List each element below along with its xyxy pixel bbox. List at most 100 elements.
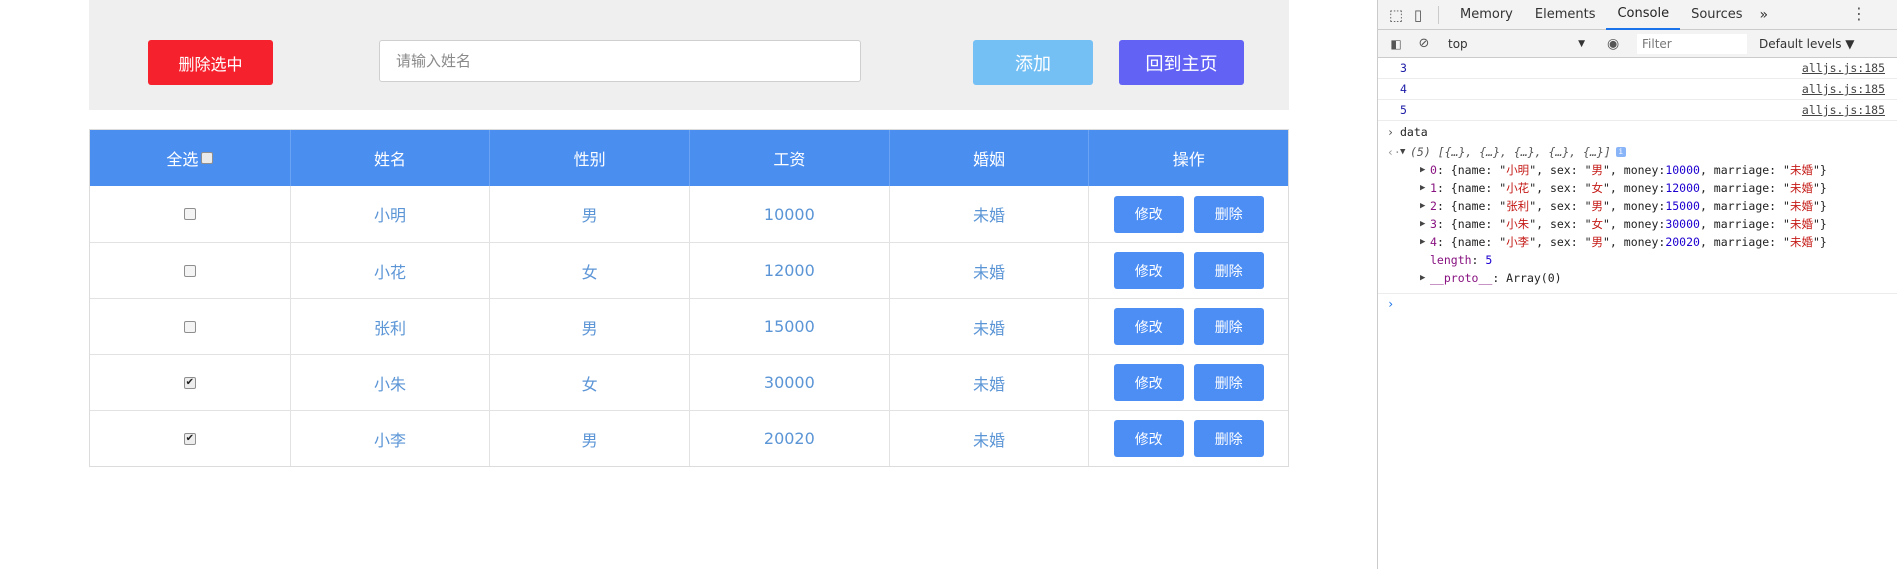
cell-marriage: 未婚 xyxy=(888,299,1089,354)
app-page: 删除选中 添加 回到主页 全选 姓名 性别 工资 婚姻 操作 小明男10000未… xyxy=(0,0,1377,569)
log-levels-dropdown[interactable]: Default levels ▼ xyxy=(1759,37,1855,51)
console-length-line: length: 5 xyxy=(1430,253,1493,267)
item-name: 张利 xyxy=(1506,199,1530,213)
console-array-item[interactable]: ▶ 0: {name: " 小明 ", sex: " 男 ", money: 10000,… xyxy=(1378,161,1897,179)
log-value: 3 xyxy=(1400,61,1407,75)
cell-marriage: 未婚 xyxy=(888,355,1089,410)
edit-button[interactable]: 修改 xyxy=(1113,195,1184,233)
clear-console-icon[interactable]: ⊘ xyxy=(1414,34,1434,54)
item-name: 小花 xyxy=(1506,181,1530,195)
row-checkbox[interactable]: ✔ xyxy=(183,432,196,445)
home-button[interactable]: 回到主页 xyxy=(1119,40,1244,85)
item-marriage: 未婚 xyxy=(1789,217,1813,231)
name-input[interactable] xyxy=(379,40,861,82)
cell-salary: 30000 xyxy=(689,355,889,410)
row-checkbox[interactable] xyxy=(183,320,196,333)
expand-triangle-icon[interactable]: ▶ xyxy=(1420,237,1430,247)
header-marriage: 婚姻 xyxy=(888,130,1089,186)
row-checkbox[interactable]: ✔ xyxy=(183,376,196,389)
live-expression-eye-icon[interactable]: ◉ xyxy=(1607,36,1627,52)
log-source-link[interactable]: alljs.js:185 xyxy=(1802,61,1885,75)
console-filter-input[interactable] xyxy=(1637,33,1747,54)
expand-triangle-icon[interactable]: ▶ xyxy=(1420,201,1430,211)
delete-row-button[interactable]: 删除 xyxy=(1193,252,1264,289)
expand-triangle-icon[interactable]: ▶ xyxy=(1420,273,1430,283)
devtools-panel: ⬚ ▯ Memory Elements Console Sources » ⋮ … xyxy=(1377,0,1897,569)
employee-table: 全选 姓名 性别 工资 婚姻 操作 小明男 10000 未婚 修改 删除 小花女 12000… xyxy=(89,129,1289,467)
select-all-checkbox[interactable] xyxy=(201,152,214,164)
console-array-item[interactable]: ▶ 1: {name: " 小花 ", sex: " 女 ", money: 12000,… xyxy=(1378,179,1897,197)
delete-row-button[interactable]: 删除 xyxy=(1193,308,1264,345)
tab-memory[interactable]: Memory xyxy=(1449,0,1524,30)
row-select-cell xyxy=(90,243,290,298)
tab-console[interactable]: Console xyxy=(1606,0,1681,30)
console-array-item[interactable]: ▶ 3: {name: " 小朱 ", sex: " 女 ", money: 30000,… xyxy=(1378,215,1897,233)
cell-actions: 修改 删除 xyxy=(1088,355,1288,410)
delete-row-button[interactable]: 删除 xyxy=(1193,364,1264,401)
more-tabs-icon[interactable]: » xyxy=(1754,7,1775,23)
log-source-link[interactable]: alljs.js:185 xyxy=(1802,103,1885,117)
tab-sources[interactable]: Sources xyxy=(1680,0,1753,30)
cell-sex: 男 xyxy=(489,186,689,242)
cell-marriage: 未婚 xyxy=(888,243,1089,298)
expand-triangle-icon[interactable]: ▶ xyxy=(1420,165,1430,175)
console-prompt-line[interactable]: › xyxy=(1378,293,1897,313)
sidebar-toggle-icon[interactable]: ◧ xyxy=(1386,34,1406,54)
row-checkbox[interactable] xyxy=(183,264,196,277)
tab-elements[interactable]: Elements xyxy=(1524,0,1607,30)
header-label: 全选 xyxy=(166,150,199,169)
console-array-items: ▶ 0: {name: " 小明 ", sex: " 男 ", money: 10000,… xyxy=(1378,161,1897,251)
item-sex: 男 xyxy=(1591,163,1604,177)
kebab-menu-icon[interactable]: ⋮ xyxy=(1851,4,1867,23)
console-proto-line[interactable]: ▶ __proto__: Array(0) xyxy=(1378,269,1897,287)
row-select-cell: ✔ xyxy=(90,411,290,466)
console-array-item[interactable]: ▶ 2: {name: " 张利 ", sex: " 男 ", money: 15000,… xyxy=(1378,197,1897,215)
row-select-cell: ✔ xyxy=(90,355,290,410)
cell-sex: 男 xyxy=(489,411,689,466)
item-money: 12000 xyxy=(1665,181,1700,195)
edit-button[interactable]: 修改 xyxy=(1113,364,1184,401)
cell-salary: 20020 xyxy=(689,411,889,466)
console-log-line: 4 alljs.js:185 xyxy=(1378,79,1897,100)
expand-triangle-icon[interactable]: ▶ xyxy=(1420,219,1430,229)
header-sex: 性别 xyxy=(489,130,689,186)
console-array-item[interactable]: ▶ 4: {name: " 小李 ", sex: " 男 ", money: 20020,… xyxy=(1378,233,1897,251)
log-value: 5 xyxy=(1400,103,1407,117)
device-toggle-icon[interactable]: ▯ xyxy=(1408,5,1428,25)
add-button[interactable]: 添加 xyxy=(973,40,1093,85)
devtools-tabbar: ⬚ ▯ Memory Elements Console Sources » ⋮ xyxy=(1378,0,1897,30)
console-log-list: 3 alljs.js:185 4 alljs.js:185 5 alljs.js:185 xyxy=(1378,58,1897,121)
edit-button[interactable]: 修改 xyxy=(1113,252,1184,289)
expand-triangle-icon[interactable]: ▼ xyxy=(1400,147,1410,157)
item-money: 30000 xyxy=(1665,217,1700,231)
row-select-cell xyxy=(90,299,290,354)
inspect-element-icon[interactable]: ⬚ xyxy=(1386,5,1406,25)
table-header: 全选 姓名 性别 工资 婚姻 操作 xyxy=(90,130,1288,186)
delete-row-button[interactable]: 删除 xyxy=(1193,195,1264,233)
item-index: 1 xyxy=(1430,181,1437,195)
edit-button[interactable]: 修改 xyxy=(1113,308,1184,345)
cell-name: 张利 xyxy=(289,299,490,354)
cell-sex: 女 xyxy=(489,355,689,410)
console-input-echo: › data xyxy=(1378,121,1897,143)
item-marriage: 未婚 xyxy=(1789,163,1813,177)
item-sex: 男 xyxy=(1591,235,1604,249)
cell-salary: 12000 xyxy=(689,243,889,298)
row-checkbox[interactable] xyxy=(183,208,196,220)
expand-triangle-icon[interactable]: ▶ xyxy=(1420,183,1430,193)
item-marriage: 未婚 xyxy=(1789,235,1813,249)
context-selector[interactable]: top ▼ xyxy=(1444,34,1589,54)
cell-sex: 女 xyxy=(489,243,689,298)
delete-selected-button[interactable]: 删除选中 xyxy=(148,40,273,85)
delete-row-button[interactable]: 删除 xyxy=(1193,420,1264,457)
table-row: 张利男 15000 未婚 修改 删除 xyxy=(90,298,1288,354)
console-result-summary[interactable]: ‹· ▼ (5) [{…}, {…}, {…}, {…}, {…}] i xyxy=(1378,143,1897,161)
tab-divider xyxy=(1438,5,1439,24)
item-money: 20020 xyxy=(1665,235,1700,249)
cell-salary: 15000 xyxy=(689,299,889,354)
log-source-link[interactable]: alljs.js:185 xyxy=(1802,82,1885,96)
edit-button[interactable]: 修改 xyxy=(1113,420,1184,457)
toolbar: 删除选中 添加 回到主页 xyxy=(89,0,1289,110)
item-index: 0 xyxy=(1430,163,1437,177)
dropdown-arrow-icon: ▼ xyxy=(1578,38,1585,49)
